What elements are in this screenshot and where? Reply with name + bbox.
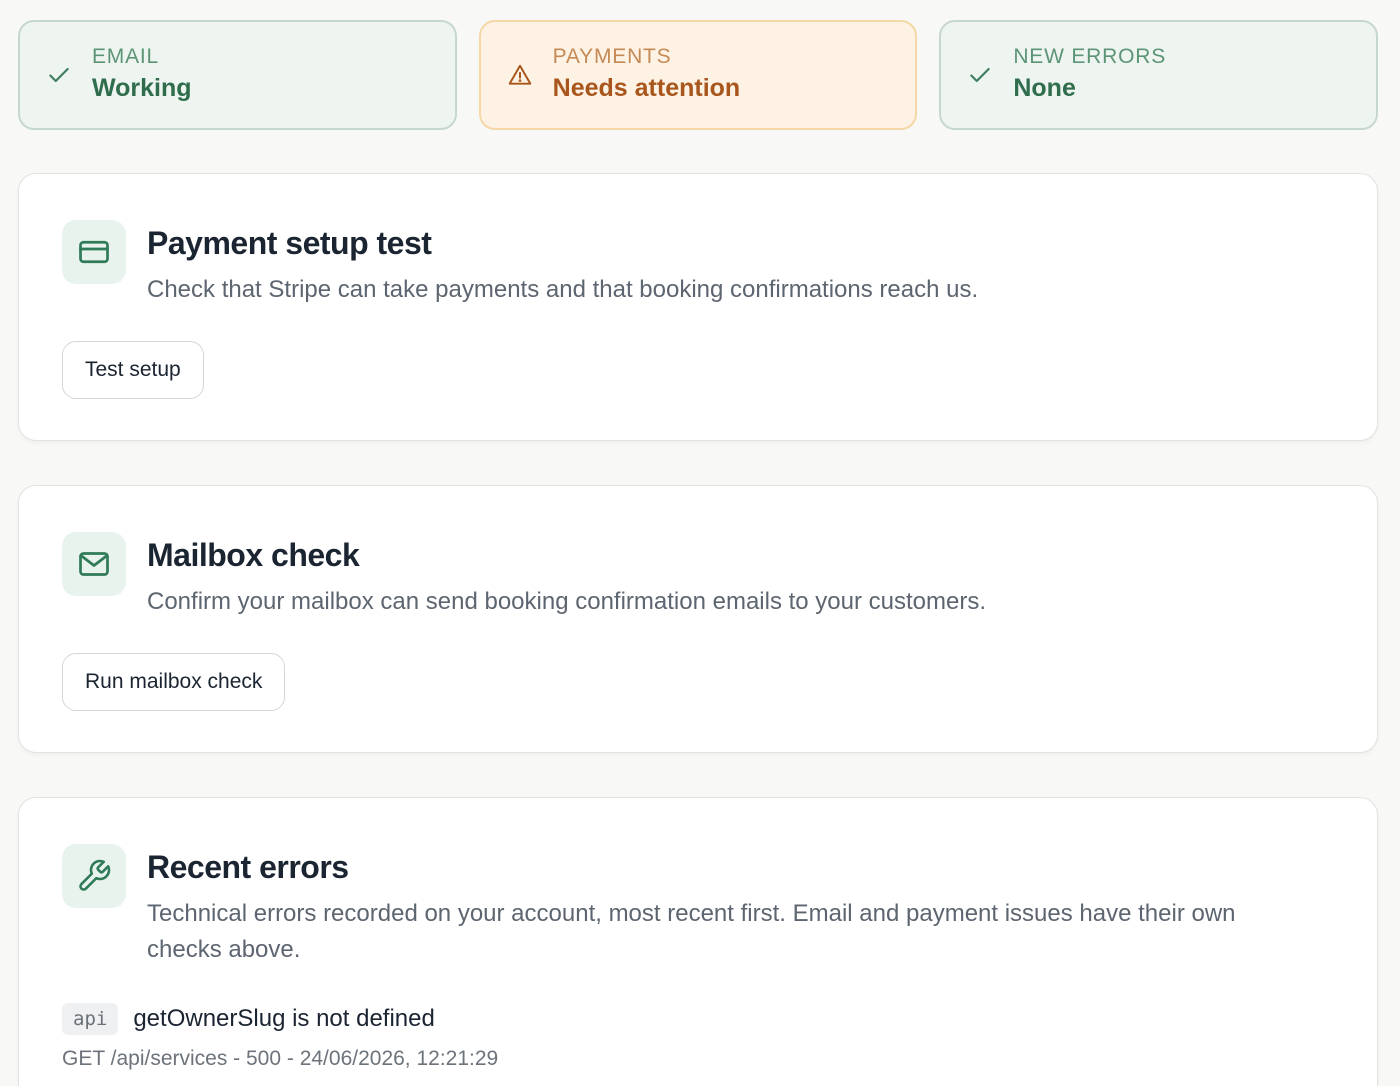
status-label: PAYMENTS — [552, 45, 672, 68]
card-title: Mailbox check — [147, 537, 360, 573]
card-description: Confirm your mailbox can send booking co… — [147, 588, 987, 615]
wrench-icon — [62, 844, 126, 908]
card-title: Payment setup test — [147, 225, 432, 261]
card-description: Check that Stripe can take payments and … — [147, 276, 979, 303]
mailbox-check-card: Mailbox check Confirm your mailbox can s… — [18, 485, 1378, 753]
mail-icon — [62, 532, 126, 596]
credit-card-icon — [62, 220, 126, 284]
check-icon — [967, 62, 993, 88]
recent-errors-card: Recent errors Technical errors recorded … — [18, 797, 1378, 1086]
status-value: Needs attention — [552, 74, 741, 102]
error-source-tag: api — [62, 1003, 119, 1035]
error-list-item: api getOwnerSlug is not defined GET /api… — [62, 1003, 498, 1071]
payment-setup-test-card: Payment setup test Check that Stripe can… — [18, 173, 1378, 441]
status-card-email: EMAIL Working — [18, 20, 457, 130]
run-mailbox-check-button[interactable]: Run mailbox check — [62, 653, 286, 711]
status-value: None — [1013, 74, 1076, 102]
status-card-payments: PAYMENTS Needs attention — [478, 20, 918, 130]
error-message: getOwnerSlug is not defined — [133, 1005, 435, 1032]
card-description: Technical errors recorded on your accoun… — [147, 900, 1236, 963]
status-label: NEW ERRORS — [1013, 45, 1167, 68]
card-title: Recent errors — [147, 849, 349, 885]
warning-icon — [507, 62, 533, 88]
system-health-page: EMAIL Working PAYMENTS Needs attention N… — [0, 0, 1400, 1086]
status-card-new-errors: NEW ERRORS None — [939, 20, 1379, 130]
test-setup-button[interactable]: Test setup — [62, 341, 204, 399]
check-icon — [46, 62, 72, 88]
status-label: EMAIL — [92, 45, 160, 68]
status-value: Working — [92, 74, 192, 102]
status-summary-row: EMAIL Working PAYMENTS Needs attention N… — [18, 20, 1379, 130]
error-meta: GET /api/services - 500 - 24/06/2026, 12… — [62, 1047, 499, 1070]
